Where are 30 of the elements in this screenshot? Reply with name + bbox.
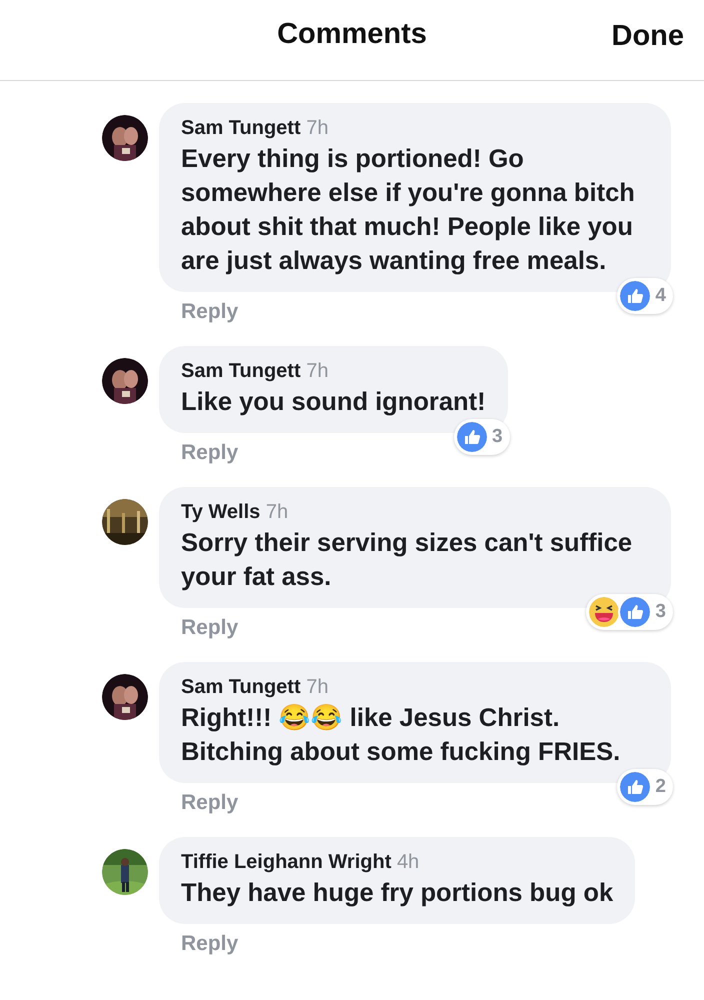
comment-text: Sorry their serving sizes can't suffice your fat ass. — [181, 528, 634, 593]
timestamp: 7h — [266, 501, 288, 523]
author-name[interactable]: Tiffie Leighann Wright — [181, 851, 392, 873]
screen-title: Comments — [277, 18, 427, 50]
reaction-count: 3 — [655, 601, 666, 623]
author-name[interactable]: Sam Tungett — [181, 676, 301, 698]
comment-text: Every thing is portioned! Go somewhere else if you're gonna bitch about shit that much! People like you are just always wanting free meals. — [181, 144, 636, 277]
reply-link[interactable]: Reply — [181, 932, 238, 956]
done-button[interactable]: Done — [612, 20, 684, 53]
reply-link[interactable]: Reply — [181, 616, 238, 640]
author-name[interactable]: Sam Tungett — [181, 117, 301, 139]
timestamp: 4h — [396, 851, 420, 873]
author-name[interactable]: Ty Wells — [181, 501, 260, 523]
timestamp: 7h — [306, 676, 328, 698]
timestamp: 7h — [306, 360, 328, 382]
reaction-badge[interactable]: 4 — [617, 278, 673, 314]
reaction-count: 2 — [655, 776, 666, 798]
reply-link[interactable]: Reply — [181, 791, 238, 815]
comment-text: Like you sound ignorant! — [181, 387, 486, 418]
reaction-count: 4 — [655, 285, 666, 307]
comment-text: They have huge fry portions bug ok — [181, 878, 614, 909]
author-name[interactable]: Sam Tungett — [181, 360, 301, 382]
reaction-count: 3 — [492, 426, 503, 448]
reaction-badge[interactable]: 3 — [454, 419, 510, 455]
reply-link[interactable]: Reply — [181, 300, 238, 324]
timestamp: 7h — [306, 117, 328, 139]
reaction-badge[interactable]: 2 — [617, 769, 673, 805]
comment-text: Right!!! 😂😂 like Jesus Christ. Bitching about some fucking FRIES. — [181, 703, 622, 768]
reply-link[interactable]: Reply — [181, 441, 238, 465]
reaction-badge[interactable]: 3 — [586, 594, 673, 630]
